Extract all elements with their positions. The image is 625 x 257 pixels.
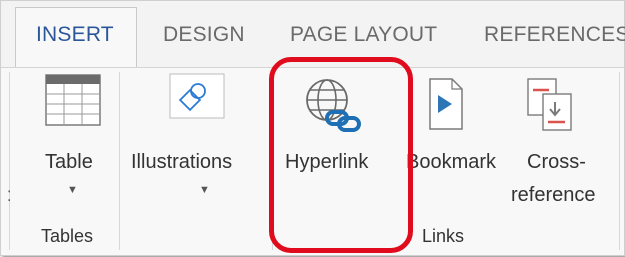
scroll-left-indicator: ⁚ <box>7 188 12 204</box>
hyperlink-highlight-annotation <box>269 57 413 253</box>
illustrations-label: Illustrations <box>131 151 233 173</box>
group-separator <box>619 72 620 250</box>
group-separator <box>9 72 10 250</box>
table-icon <box>45 74 101 126</box>
tab-design[interactable]: DESIGN <box>163 23 245 47</box>
cross-reference-label-line1: Cross- <box>527 151 586 173</box>
table-label: Table <box>45 151 93 173</box>
illustrations-dropdown-caret: ▼ <box>199 184 210 196</box>
bookmark-icon <box>429 78 463 130</box>
tab-page-layout[interactable]: PAGE LAYOUT <box>290 23 437 47</box>
tab-references[interactable]: REFERENCES <box>484 23 625 47</box>
table-dropdown-caret: ▼ <box>67 184 78 196</box>
tables-group-label: Tables <box>41 226 94 246</box>
bookmark-label: Bookmark <box>406 151 497 173</box>
illustrations-icon <box>169 73 225 119</box>
group-separator <box>119 72 120 250</box>
tab-insert-label: INSERT <box>36 23 114 46</box>
cross-reference-icon <box>527 78 572 131</box>
ribbon-window: INSERT DESIGN PAGE LAYOUT REFERENCES ⁚ T… <box>0 0 625 256</box>
cross-reference-label-line2: reference <box>511 184 596 206</box>
tab-insert[interactable]: INSERT <box>15 7 137 67</box>
links-group-label: Links <box>422 226 465 246</box>
